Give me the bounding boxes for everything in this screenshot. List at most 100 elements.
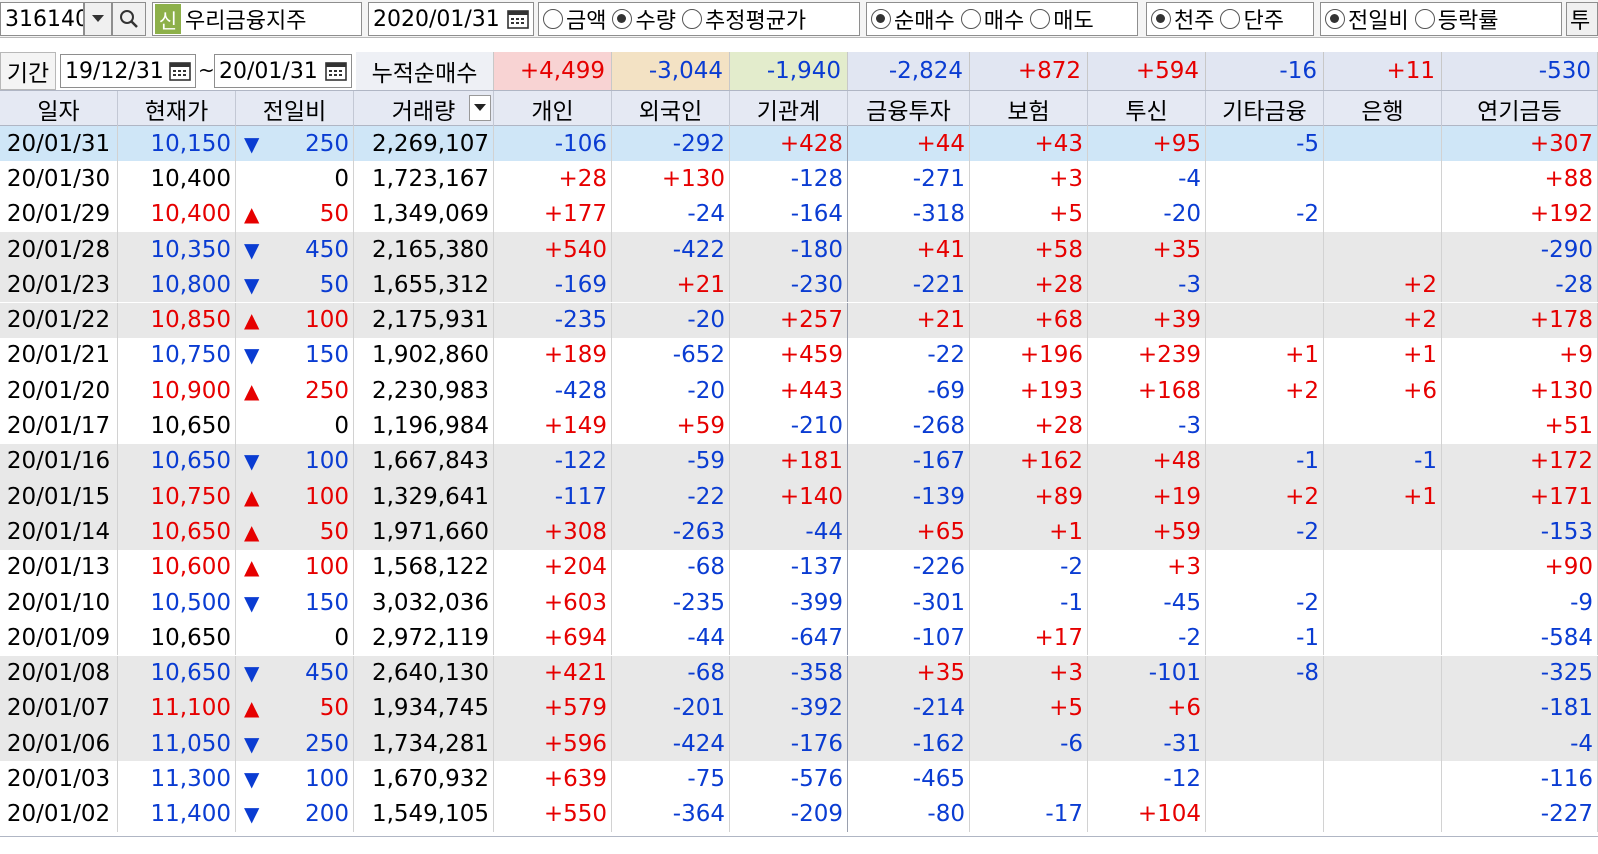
calendar-icon[interactable] — [507, 9, 529, 29]
radio-single-shares[interactable]: 단주 — [1220, 3, 1284, 35]
foreign-cell: +59 — [612, 408, 730, 444]
table-row[interactable]: 20/01/07 11,100 ▲ 50 1,934,745 +579 -201 -392 -2… — [0, 690, 1598, 727]
table-row[interactable]: 20/01/02 11,400 ▼ 200 1,549,105 +550 -364 -209-… — [0, 796, 1598, 832]
column-header[interactable]: 개인 — [494, 91, 612, 126]
fin-invest-cell: -268 — [848, 408, 970, 444]
investor-table-body: 20/01/31 10,150 ▼ 250 2,269,107 -106 -292 +428 +… — [0, 126, 1598, 836]
search-icon — [120, 10, 138, 28]
column-header[interactable]: 보험 — [970, 91, 1088, 126]
column-header[interactable]: 기타금융 — [1206, 91, 1324, 126]
radio-prev-day[interactable]: 전일비 — [1325, 3, 1409, 35]
up-arrow-icon: ▲ — [244, 519, 260, 544]
date-cell: 20/01/31 — [0, 126, 118, 162]
price-cell: 10,500 — [118, 584, 236, 621]
search-button[interactable] — [112, 2, 146, 36]
pension-cell: +171 — [1442, 479, 1598, 515]
radio-label: 전일비 — [1348, 9, 1409, 34]
radio-dot-icon — [1325, 9, 1345, 29]
column-header[interactable]: 연기금등 — [1442, 91, 1598, 126]
volume-cell: 2,640,130 — [354, 655, 494, 691]
price-cell: 10,650 — [118, 620, 236, 656]
table-row[interactable]: 20/01/03 11,300 ▼ 100 1,670,932 +639 -75 -576 -4… — [0, 761, 1598, 797]
insurance-cell: +68 — [970, 302, 1088, 338]
radio-sell[interactable]: 매도 — [1030, 3, 1094, 35]
table-row[interactable]: 20/01/06 11,050 ▼ 250 1,734,281 +596 -424 -176-… — [0, 726, 1598, 762]
column-header[interactable]: 금융투자 — [848, 91, 970, 126]
change-value: 0 — [334, 624, 349, 651]
table-row[interactable]: 20/01/10 10,500 ▼ 150 3,032,036 +603 -235 -399-… — [0, 584, 1598, 621]
table-row[interactable]: 20/01/16 10,650 ▼ 100 1,667,843 -122 -59 +181 -1… — [0, 443, 1598, 479]
table-row[interactable]: 20/01/08 10,650 ▼ 450 2,640,130 +421 -68 -358 +3… — [0, 655, 1598, 691]
trust-cell: -12 — [1088, 761, 1206, 797]
fin-invest-cell: -271 — [848, 161, 970, 197]
bank-cell — [1324, 796, 1442, 832]
individual-cell: +308 — [494, 514, 612, 550]
table-row[interactable]: 20/01/20 10,900 ▲ 250 2,230,983 -428 -20 +443 -6… — [0, 373, 1598, 409]
table-row[interactable]: 20/01/28 10,350 ▼ 450 2,165,380 +540 -422 -180 +… — [0, 231, 1598, 268]
column-header[interactable]: 거래량 — [354, 91, 494, 126]
date-cell: 20/01/02 — [0, 796, 118, 832]
date-picker[interactable]: 2020/01/31 — [368, 2, 534, 36]
institution-cell: -44 — [730, 514, 848, 550]
column-header[interactable]: 전일비 — [236, 91, 354, 126]
insurance-cell: -2 — [970, 549, 1088, 585]
foreign-cell: -59 — [612, 443, 730, 479]
individual-cell: -428 — [494, 373, 612, 409]
table-row[interactable]: 20/01/31 10,150 ▼ 250 2,269,107 -106 -292 +428 +… — [0, 126, 1598, 162]
column-header[interactable]: 일자 — [0, 91, 118, 126]
change-value: 100 — [305, 766, 349, 793]
investor-tab-button[interactable]: 투 — [1566, 2, 1598, 36]
pension-cell: +172 — [1442, 443, 1598, 479]
individual-cell: +579 — [494, 690, 612, 727]
period-to-picker[interactable]: 20/01/31 — [214, 54, 352, 88]
radio-amount[interactable]: 금액 — [543, 3, 606, 35]
radio-quantity[interactable]: 수량 — [612, 3, 676, 35]
table-row[interactable]: 20/01/22 10,850 ▲ 100 2,175,931 -235 -20 +257 +2… — [0, 302, 1598, 338]
calendar-icon[interactable] — [325, 61, 347, 81]
volume-cell: 1,329,641 — [354, 479, 494, 515]
radio-dot-icon — [1220, 9, 1241, 29]
radio-thousand-shares[interactable]: 천주 — [1151, 3, 1214, 35]
table-row[interactable]: 20/01/15 10,750 ▲ 100 1,329,641 -117 -22 +140 -1… — [0, 479, 1598, 515]
radio-buy[interactable]: 매수 — [960, 3, 1024, 35]
volume-cell: 1,667,843 — [354, 443, 494, 479]
radio-avg-price[interactable]: 추정평균가 — [681, 3, 806, 35]
volume-cell: 1,902,860 — [354, 337, 494, 374]
calendar-icon[interactable] — [169, 61, 191, 81]
institution-cell: +428 — [730, 126, 848, 162]
other-fin-cell — [1206, 267, 1324, 303]
radio-net-buy[interactable]: 순매수 — [871, 3, 955, 35]
trust-cell: +239 — [1088, 337, 1206, 374]
institution-cell: -576 — [730, 761, 848, 797]
insurance-cell: +3 — [970, 655, 1088, 691]
table-row[interactable]: 20/01/13 10,600 ▲ 100 1,568,122 +204 -68 -137 -2… — [0, 549, 1598, 585]
change-cell: ▲ 250 — [236, 373, 354, 409]
column-header[interactable]: 기관계 — [730, 91, 848, 126]
volume-sort-dropdown-icon[interactable] — [469, 95, 491, 121]
table-row[interactable]: 20/01/21 10,750 ▼ 150 1,902,860 +189 -652 +459-… — [0, 337, 1598, 374]
radio-change-rate[interactable]: 등락률 — [1414, 3, 1498, 35]
period-from-picker[interactable]: 19/12/31 — [60, 54, 196, 88]
pension-cell: -181 — [1442, 690, 1598, 727]
table-row[interactable]: 20/01/14 10,650 ▲ 50 1,971,660 +308 -263 -44 +65… — [0, 514, 1598, 550]
column-header[interactable]: 투신 — [1088, 91, 1206, 126]
radio-dot-icon — [543, 9, 563, 29]
column-header[interactable]: 은행 — [1324, 91, 1442, 126]
table-row[interactable]: 20/01/17 10,650 0 1,196,984 +149 +59 -210 -268 +… — [0, 408, 1598, 444]
foreign-cell: -292 — [612, 126, 730, 162]
stock-name-field[interactable]: 신 우리금융지주 — [152, 2, 362, 36]
column-header[interactable]: 현재가 — [118, 91, 236, 126]
date-cell: 20/01/23 — [0, 267, 118, 303]
cumulative-value: -16 — [1206, 52, 1324, 90]
date-cell: 20/01/07 — [0, 690, 118, 727]
table-row[interactable]: 20/01/09 10,650 0 2,972,119 +694 -44 -647 -107 +… — [0, 620, 1598, 656]
insurance-cell: +89 — [970, 479, 1088, 515]
code-dropdown-button[interactable] — [84, 2, 112, 36]
column-header-label: 기타금융 — [1222, 98, 1307, 125]
table-row[interactable]: 20/01/29 10,400 ▲ 50 1,349,069 +177 -24 -164 -31… — [0, 196, 1598, 232]
table-row[interactable]: 20/01/30 10,400 0 1,723,167 +28 +130 -128 -271 +… — [0, 161, 1598, 197]
stock-code-input[interactable]: 316140 — [0, 2, 84, 36]
column-header[interactable]: 외국인 — [612, 91, 730, 126]
trust-cell: +19 — [1088, 479, 1206, 515]
table-row[interactable]: 20/01/23 10,800 ▼ 50 1,655,312 -169 +21 -230 -22… — [0, 267, 1598, 303]
